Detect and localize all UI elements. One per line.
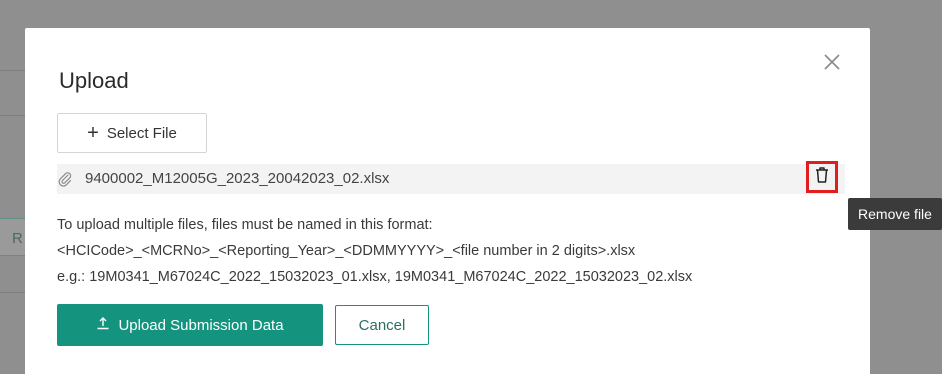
trash-icon <box>814 166 830 189</box>
select-file-button[interactable]: + Select File <box>57 113 207 153</box>
upload-icon <box>96 316 110 334</box>
upload-dialog: Upload + Select File 9400002_M12005G_202… <box>25 28 870 374</box>
filename-example: e.g.: 19M0341_M67024C_2022_15032023_01.x… <box>57 269 693 285</box>
filename-format: <HCICode>_<MCRNo>_<Reporting_Year>_<DDMM… <box>57 243 636 259</box>
instructions-line: To upload multiple files, files must be … <box>57 217 433 233</box>
upload-button-label: Upload Submission Data <box>118 316 284 334</box>
upload-submission-data-button[interactable]: Upload Submission Data <box>57 304 323 346</box>
dialog-title: Upload <box>59 68 129 93</box>
upload-instructions: To upload multiple files, files must be … <box>57 212 857 290</box>
plus-icon: + <box>87 122 99 144</box>
cancel-button[interactable]: Cancel <box>335 305 429 345</box>
background-button-text: R <box>12 230 23 247</box>
close-icon[interactable] <box>820 50 844 74</box>
paperclip-icon <box>57 171 73 187</box>
file-name: 9400002_M12005G_2023_20042023_02.xlsx <box>85 170 390 187</box>
remove-file-button[interactable] <box>806 161 838 193</box>
remove-file-tooltip: Remove file <box>848 198 942 230</box>
select-file-label: Select File <box>106 124 177 142</box>
